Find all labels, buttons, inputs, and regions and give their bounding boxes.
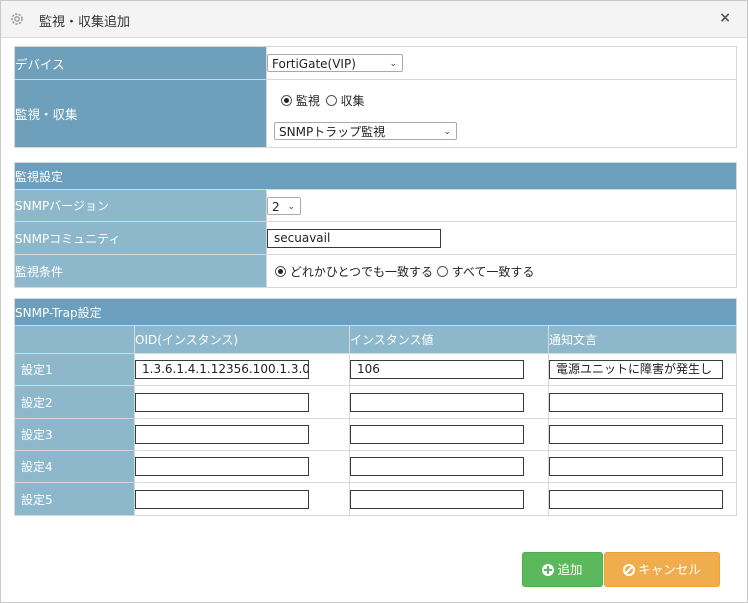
instance-value-input[interactable]: 106	[350, 360, 524, 379]
oid-input[interactable]	[135, 457, 309, 476]
row-label: 設定1	[14, 353, 135, 386]
gear-icon	[11, 13, 23, 25]
snmp-community-input[interactable]: secuavail	[267, 228, 441, 248]
instance-value-input[interactable]	[350, 392, 524, 412]
column-header-message: 通知文言	[548, 325, 737, 354]
condition-all-label: すべて一致する	[451, 264, 535, 279]
ban-icon	[623, 564, 636, 576]
device-table: デバイス FortiGate(VIP) ⌄ 監視・収集 監視 収集 SNMPトラ…	[14, 46, 737, 148]
add-button[interactable]: 追加	[522, 552, 603, 587]
instance-value-input[interactable]	[350, 425, 524, 444]
snmp-version-value: 2	[272, 199, 280, 214]
dialog-title: 監視・収集追加	[39, 15, 131, 30]
row-label: 設定2	[14, 385, 135, 419]
oid-input[interactable]	[135, 489, 309, 509]
table-row: 設定3	[14, 418, 737, 451]
monitor-type-value: SNMPトラップ監視	[279, 125, 386, 139]
message-input[interactable]: 電源ユニットに障害が発生し	[549, 360, 723, 379]
monitor-settings-table: 監視設定 SNMPバージョン 2 ⌄ SNMPコミュニティ secuavail …	[13, 162, 738, 288]
chevron-down-icon: ⌄	[389, 59, 397, 69]
oid-input[interactable]	[135, 392, 309, 412]
instance-value-input[interactable]	[350, 489, 524, 509]
cancel-button[interactable]: キャンセル	[604, 552, 720, 587]
snmp-version-label: SNMPバージョン	[14, 189, 267, 222]
table-row: 設定4	[14, 450, 737, 483]
radio-monitor[interactable]	[281, 95, 292, 106]
monitor-type-select[interactable]: SNMPトラップ監視 ⌄	[274, 122, 457, 140]
snmp-version-select[interactable]: 2 ⌄	[267, 196, 301, 215]
column-header-blank	[14, 325, 135, 354]
message-input[interactable]	[549, 457, 723, 476]
monitor-settings-header: 監視設定	[13, 162, 738, 190]
column-header-instance-value: インスタンス値	[349, 325, 549, 354]
radio-collect[interactable]	[325, 95, 337, 106]
table-row: 設定2	[14, 385, 737, 419]
snmp-trap-header: SNMP-Trap設定	[14, 298, 737, 326]
snmp-trap-table: SNMP-Trap設定 OID(インスタンス) インスタンス値 通知文言 設定1…	[14, 298, 737, 516]
add-button-label: 追加	[557, 562, 583, 577]
cancel-button-label: キャンセル	[638, 562, 701, 577]
radio-monitor-label: 監視	[295, 94, 320, 108]
device-select[interactable]: FortiGate(VIP) ⌄	[267, 54, 403, 72]
monitor-condition-label: 監視条件	[14, 254, 267, 288]
device-select-value: FortiGate(VIP)	[272, 57, 356, 71]
dialog-titlebar: 監視・収集追加 ×	[1, 1, 747, 38]
row-label: 設定5	[14, 482, 135, 516]
condition-any-label: どれかひとつでも一致する	[289, 264, 433, 279]
radio-condition-all[interactable]	[436, 265, 448, 277]
message-input[interactable]	[549, 392, 723, 412]
table-row: 設定1 1.3.6.1.4.1.12356.100.1.3.0 106 電源ユニ…	[14, 353, 737, 386]
dialog: 監視・収集追加 × デバイス FortiGate(VIP) ⌄ 監視・収集 監視…	[0, 0, 748, 603]
chevron-down-icon: ⌄	[443, 127, 451, 137]
column-header-oid: OID(インスタンス)	[134, 325, 350, 354]
snmp-community-label: SNMPコミュニティ	[14, 221, 267, 255]
radio-condition-any[interactable]	[275, 265, 286, 277]
oid-input[interactable]	[135, 425, 309, 444]
row-label: 設定4	[14, 450, 135, 483]
plus-circle-icon	[542, 564, 555, 576]
chevron-down-icon: ⌄	[287, 201, 295, 212]
monitor-collect-label: 監視・収集	[14, 79, 267, 148]
table-row: 設定5	[14, 482, 737, 516]
message-input[interactable]	[549, 425, 723, 444]
row-label: 設定3	[14, 418, 135, 451]
message-input[interactable]	[549, 489, 723, 509]
radio-collect-label: 収集	[340, 94, 365, 108]
instance-value-input[interactable]	[350, 457, 524, 476]
oid-input[interactable]: 1.3.6.1.4.1.12356.100.1.3.0	[135, 360, 309, 379]
device-label: デバイス	[14, 46, 267, 80]
close-icon[interactable]: ×	[719, 10, 731, 26]
